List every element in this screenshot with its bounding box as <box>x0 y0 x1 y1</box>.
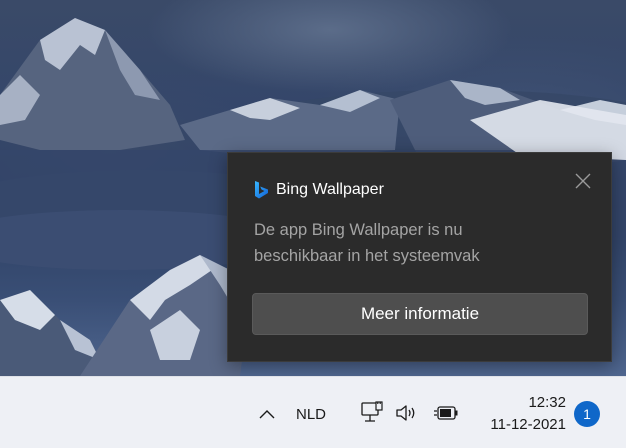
notification-message: De app Bing Wallpaper is nu beschikbaar … <box>254 217 584 269</box>
close-icon <box>575 173 591 189</box>
battery-button[interactable] <box>432 400 460 426</box>
language-indicator[interactable]: NLD <box>294 401 328 427</box>
taskbar: NLD 12:32 11-12-2021 1 <box>0 376 626 448</box>
speaker-icon <box>396 405 415 421</box>
notification-toast[interactable]: Bing Wallpaper De app Bing Wallpaper is … <box>227 152 612 362</box>
toast-header: Bing Wallpaper <box>254 179 384 201</box>
ethernet-icon <box>361 401 383 422</box>
message-line-1: De app Bing Wallpaper is nu <box>254 221 463 239</box>
clock-button[interactable]: 12:32 11-12-2021 <box>474 389 566 439</box>
close-button[interactable] <box>571 169 595 193</box>
bing-logo-icon <box>255 181 268 199</box>
battery-charging-icon <box>434 406 458 420</box>
message-line-2: beschikbaar in het systeemvak <box>254 247 480 265</box>
network-button[interactable] <box>358 399 384 427</box>
show-hidden-icons-button[interactable] <box>254 401 280 427</box>
volume-button[interactable] <box>394 400 418 426</box>
clock-date: 11-12-2021 <box>490 416 566 433</box>
notification-center-badge[interactable]: 1 <box>574 401 600 427</box>
chevron-up-icon <box>259 410 275 419</box>
clock-time: 12:32 <box>528 394 566 411</box>
app-name: Bing Wallpaper <box>276 181 384 198</box>
more-info-button[interactable]: Meer informatie <box>252 293 588 335</box>
